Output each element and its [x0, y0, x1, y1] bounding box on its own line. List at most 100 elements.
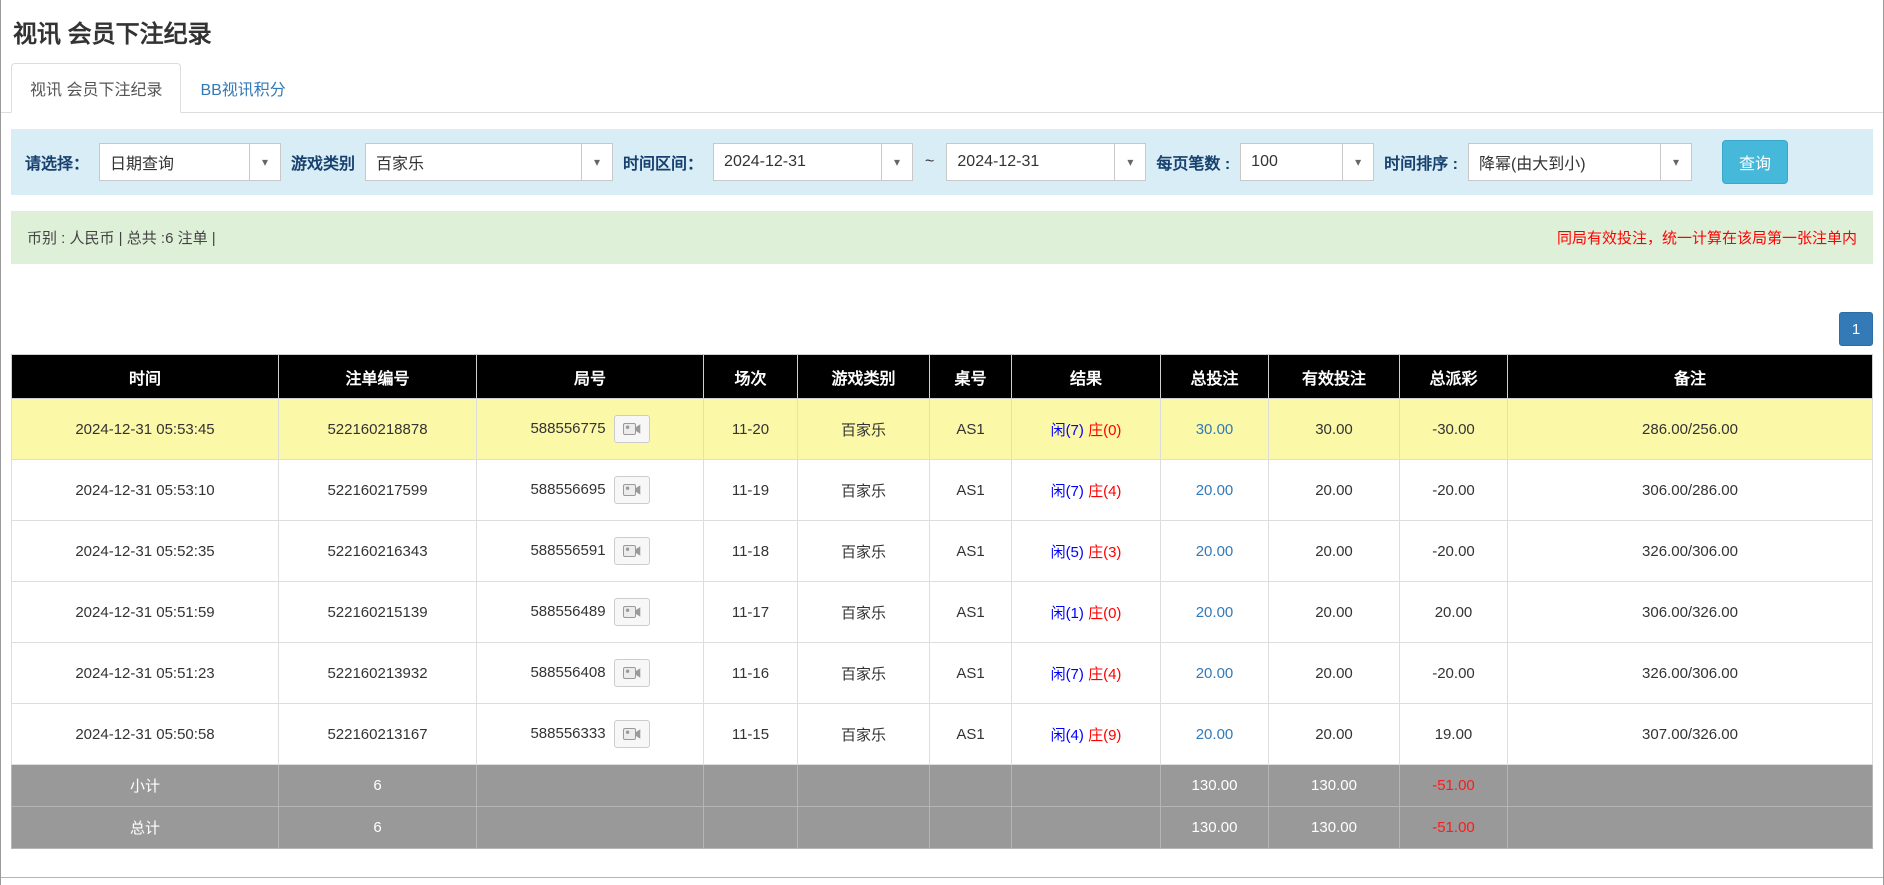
- result-player: 闲(7): [1051, 666, 1084, 683]
- round-video-button[interactable]: [614, 476, 650, 504]
- cell-total-bet: 20.00: [1161, 582, 1269, 643]
- result-banker: 庄(3): [1088, 544, 1121, 561]
- cell-total-payout: -20.00: [1400, 521, 1508, 582]
- cell-result: 闲(7) 庄(4): [1012, 460, 1161, 521]
- video-icon: [623, 544, 641, 558]
- round-video-button[interactable]: [614, 598, 650, 626]
- game-type-select[interactable]: 百家乐 ▾: [365, 143, 613, 181]
- page: 视讯 会员下注纪录 视讯 会员下注纪录 BB视讯积分 请选择： 日期查询 ▾ 游…: [0, 0, 1884, 885]
- cell-note: 306.00/326.00: [1508, 582, 1873, 643]
- cell-note: 326.00/306.00: [1508, 521, 1873, 582]
- cell-time: 2024-12-31 05:53:45: [12, 399, 279, 460]
- cell-valid-bet: 20.00: [1269, 460, 1400, 521]
- result-player: 闲(1): [1051, 605, 1084, 622]
- chevron-down-icon[interactable]: ▾: [1342, 143, 1374, 181]
- total-bet-link[interactable]: 30.00: [1196, 421, 1234, 438]
- cell-session: 11-15: [704, 704, 798, 765]
- cell-table-no: AS1: [930, 643, 1012, 704]
- date-from-select[interactable]: 2024-12-31 ▾: [713, 143, 913, 181]
- tab-bb-video-points[interactable]: BB视讯积分: [181, 63, 304, 113]
- table-row: 2024-12-31 05:52:35522160216343588556591…: [12, 521, 1873, 582]
- cell-session: 11-20: [704, 399, 798, 460]
- chevron-down-icon[interactable]: ▾: [881, 143, 913, 181]
- subtotal-total-bet: 130.00: [1161, 765, 1269, 807]
- date-to-value: 2024-12-31: [946, 143, 1115, 181]
- game-type-label: 游戏类别: [291, 150, 355, 174]
- cell-round-id: 588556775: [477, 399, 704, 460]
- query-type-select[interactable]: 日期查询 ▾: [99, 143, 281, 181]
- result-player: 闲(4): [1051, 727, 1084, 744]
- cell-session: 11-18: [704, 521, 798, 582]
- pagination-page-1-button[interactable]: 1: [1839, 312, 1873, 346]
- cell-valid-bet: 20.00: [1269, 704, 1400, 765]
- summary-info-bar: 币别 : 人民币 | 总共 :6 注单 | 同局有效投注，统一计算在该局第一张注…: [11, 211, 1873, 264]
- result-player: 闲(7): [1051, 483, 1084, 500]
- cell-time: 2024-12-31 05:50:58: [12, 704, 279, 765]
- sort-order-label: 时间排序 :: [1384, 150, 1458, 174]
- total-bet-link[interactable]: 20.00: [1196, 726, 1234, 743]
- subtotal-empty-table: [930, 765, 1012, 807]
- chevron-down-icon[interactable]: ▾: [1660, 143, 1692, 181]
- grand-total-empty-session: [704, 807, 798, 849]
- cell-time: 2024-12-31 05:53:10: [12, 460, 279, 521]
- round-id: 588556591: [530, 542, 605, 559]
- result-banker: 庄(0): [1088, 422, 1121, 439]
- grand-total-empty-game: [798, 807, 930, 849]
- total-bet-link[interactable]: 20.00: [1196, 543, 1234, 560]
- cell-game-type: 百家乐: [798, 399, 930, 460]
- cell-total-payout: -30.00: [1400, 399, 1508, 460]
- video-icon: [623, 605, 641, 619]
- bet-records-table: 时间注单编号局号场次游戏类别桌号结果总投注有效投注总派彩备注 2024-12-3…: [11, 354, 1873, 849]
- round-video-button[interactable]: [614, 659, 650, 687]
- column-header-time: 时间: [12, 355, 279, 399]
- total-bet-link[interactable]: 20.00: [1196, 482, 1234, 499]
- cell-valid-bet: 20.00: [1269, 643, 1400, 704]
- cell-game-type: 百家乐: [798, 521, 930, 582]
- grand-total-row: 总计 6 130.00 130.00 -51.00: [12, 807, 1873, 849]
- round-video-button[interactable]: [614, 720, 650, 748]
- cell-round-id: 588556695: [477, 460, 704, 521]
- grand-total-empty-result: [1012, 807, 1161, 849]
- cell-result: 闲(4) 庄(9): [1012, 704, 1161, 765]
- cell-total-payout: 19.00: [1400, 704, 1508, 765]
- cell-result: 闲(1) 庄(0): [1012, 582, 1161, 643]
- grand-total-empty-note: [1508, 807, 1873, 849]
- round-video-button[interactable]: [614, 415, 650, 443]
- cell-session: 11-17: [704, 582, 798, 643]
- cell-bet-id: 522160213932: [279, 643, 477, 704]
- column-header-valid-bet: 有效投注: [1269, 355, 1400, 399]
- subtotal-empty-session: [704, 765, 798, 807]
- date-to-select[interactable]: 2024-12-31 ▾: [946, 143, 1146, 181]
- round-id: 588556695: [530, 481, 605, 498]
- search-button[interactable]: 查询: [1722, 140, 1788, 184]
- chevron-down-icon[interactable]: ▾: [1114, 143, 1146, 181]
- column-header-total-bet: 总投注: [1161, 355, 1269, 399]
- cell-round-id: 588556591: [477, 521, 704, 582]
- result-player: 闲(5): [1051, 544, 1084, 561]
- round-video-button[interactable]: [614, 537, 650, 565]
- cell-valid-bet: 30.00: [1269, 399, 1400, 460]
- cell-note: 286.00/256.00: [1508, 399, 1873, 460]
- sort-order-select[interactable]: 降幂(由大到小) ▾: [1468, 143, 1692, 181]
- chevron-down-icon[interactable]: ▾: [249, 143, 281, 181]
- cell-result: 闲(7) 庄(4): [1012, 643, 1161, 704]
- column-header-table-no: 桌号: [930, 355, 1012, 399]
- round-id: 588556775: [530, 420, 605, 437]
- total-bet-link[interactable]: 20.00: [1196, 604, 1234, 621]
- subtotal-label: 小计: [12, 765, 279, 807]
- tab-video-bet-records[interactable]: 视讯 会员下注纪录: [11, 63, 181, 113]
- subtotal-empty-note: [1508, 765, 1873, 807]
- table-row: 2024-12-31 05:50:58522160213167588556333…: [12, 704, 1873, 765]
- settlement-note-text: 同局有效投注，统一计算在该局第一张注单内: [1557, 227, 1857, 248]
- per-page-select[interactable]: 100 ▾: [1240, 143, 1374, 181]
- table-row: 2024-12-31 05:51:59522160215139588556489…: [12, 582, 1873, 643]
- chevron-down-icon[interactable]: ▾: [581, 143, 613, 181]
- total-bet-link[interactable]: 20.00: [1196, 665, 1234, 682]
- time-range-label: 时间区间：: [623, 150, 703, 174]
- round-id: 588556489: [530, 603, 605, 620]
- cell-time: 2024-12-31 05:51:59: [12, 582, 279, 643]
- grand-total-empty-round: [477, 807, 704, 849]
- cell-round-id: 588556408: [477, 643, 704, 704]
- tab-bar: 视讯 会员下注纪录 BB视讯积分: [1, 63, 1883, 113]
- subtotal-valid-bet: 130.00: [1269, 765, 1400, 807]
